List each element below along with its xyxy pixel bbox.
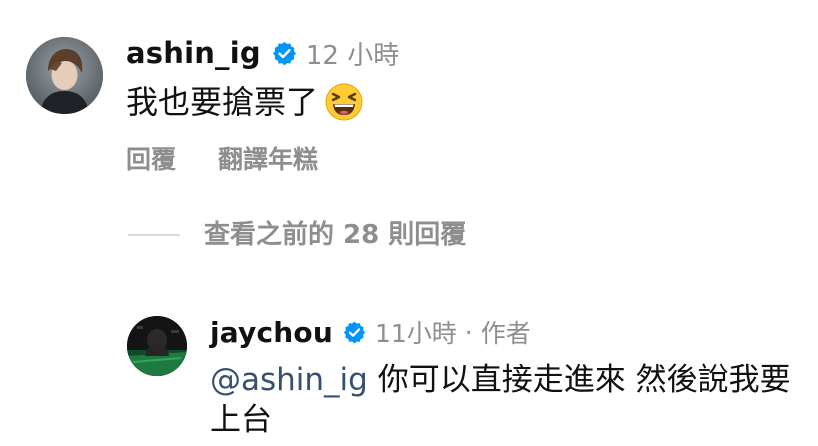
verified-badge-icon xyxy=(272,41,296,65)
verified-badge-icon xyxy=(343,321,366,343)
reply-timestamp: 11小時 xyxy=(374,319,457,348)
divider-line xyxy=(128,234,180,236)
username-link[interactable]: ashin_ig xyxy=(126,36,261,70)
avatar-jaychou[interactable] xyxy=(127,316,187,376)
separator-dot: · xyxy=(464,317,473,347)
reply-button[interactable]: 回覆 xyxy=(126,140,176,176)
view-previous-replies-label: 查看之前的 28 則回覆 xyxy=(204,220,467,250)
grinning-squinting-face-emoji xyxy=(324,82,364,122)
comment-timestamp: 12 小時 xyxy=(305,40,400,71)
translate-button[interactable]: 翻譯年糕 xyxy=(218,140,318,176)
view-previous-replies-button[interactable]: 查看之前的 28 則回覆 xyxy=(128,214,466,256)
comment-text-row: 我也要搶票了 xyxy=(126,80,364,124)
reply-header: jaychou 11小時 · 作者 xyxy=(210,312,531,352)
reply-text: @ashin_ig 你可以直接走進來 然後說我要上台 xyxy=(210,360,800,440)
avatar-ashin-ig[interactable] xyxy=(26,37,103,114)
comment-thread: ashin_ig 12 小時 我也要搶票了 回覆 翻譯年糕 查看之前的 28 則… xyxy=(0,0,818,446)
username-link[interactable]: jaychou xyxy=(210,316,333,349)
author-badge: 作者 xyxy=(480,319,531,348)
comment-header: ashin_ig 12 小時 xyxy=(126,33,399,73)
comment-text: 我也要搶票了 xyxy=(126,83,319,121)
comment-actions: 回覆 翻譯年糕 xyxy=(126,140,318,176)
mention-link[interactable]: @ashin_ig xyxy=(210,362,368,398)
